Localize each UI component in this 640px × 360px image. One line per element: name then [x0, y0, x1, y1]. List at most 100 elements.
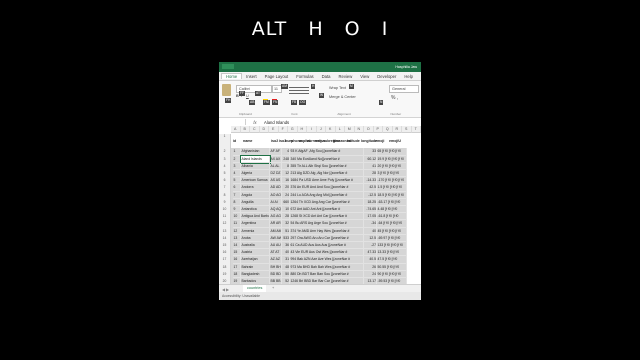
cell-num[interactable]: 31 [282, 256, 290, 264]
cell-latitude[interactable]: -14.33 [364, 177, 377, 185]
column-header[interactable]: R [392, 126, 402, 133]
header-cell[interactable]: emoji [375, 139, 384, 143]
cell-name[interactable]: Anguilla [241, 198, 270, 206]
cell-longitude[interactable]: -63.17 [f f0 [f f0 [377, 198, 407, 206]
tab-home[interactable]: Home [221, 73, 243, 79]
cell-name[interactable]: Albania [241, 162, 270, 170]
cell-num[interactable]: 16 [282, 177, 290, 185]
cell-id[interactable]: 3 [233, 162, 241, 170]
name-box[interactable] [219, 119, 246, 125]
row-header[interactable]: 5 [219, 170, 231, 178]
column-header[interactable]: P [373, 126, 383, 133]
cell-num[interactable]: 40 [282, 249, 290, 257]
cell-name[interactable]: Antarctica [241, 206, 270, 214]
column-header[interactable]: L [335, 126, 345, 133]
cell-longitude[interactable]: 1.5 [f f0 [f f0 [f f0 [377, 184, 407, 192]
cell-longitude[interactable]: -64 [f f0 [f f0 [f f0 [377, 220, 407, 228]
cell-num[interactable]: 51 [282, 227, 290, 235]
column-header[interactable]: B [240, 126, 250, 133]
cell-name[interactable]: Azerbaijan [241, 256, 270, 264]
column-header[interactable]: M [345, 126, 355, 133]
cell-longitude[interactable]: 19.9 [f f0 [f f0 [f f0 [377, 155, 407, 163]
cell-id[interactable]: 6 [233, 184, 241, 192]
row-header[interactable]: 1 [219, 134, 231, 149]
cell-num[interactable]: 20 [282, 184, 290, 192]
cell-longitude[interactable]: 47.5 [f f0 [f f0 [377, 256, 407, 264]
cell-longitude[interactable]: 20 [f f0 [f f0 [f f0 [377, 162, 407, 170]
cell-latitude[interactable]: 26 [364, 263, 377, 271]
row-header[interactable]: 15 [219, 242, 231, 250]
row-header[interactable]: 17 [219, 256, 231, 264]
cell-details[interactable]: 376 An EUR And And Sou [{zoneNar # [290, 184, 364, 192]
cell-details[interactable]: 994 Bak AZN Aze Aze Wes [{zoneNar # [290, 256, 364, 264]
user-name[interactable]: Hasphilia Jaw [395, 65, 417, 69]
cell-iso[interactable]: AQ AQ [270, 206, 282, 214]
cell-latitude[interactable]: 40.5 [364, 256, 377, 264]
cell-id[interactable]: 16 [233, 256, 241, 264]
cell-id[interactable]: 9 [233, 206, 241, 214]
header-cell[interactable]: id [233, 139, 236, 143]
cell-latitude[interactable]: -74.65 [364, 206, 377, 214]
alignment-icon[interactable] [289, 85, 309, 99]
row-header[interactable]: 18 [219, 263, 231, 271]
row-header[interactable]: 8 [219, 191, 231, 199]
cell-details[interactable]: 1684 Pa USD Ame Ame Poly [{zoneNar # [290, 177, 364, 185]
cell-iso[interactable]: DZ DZ [270, 170, 282, 178]
cell-iso[interactable]: AX AX [270, 155, 282, 163]
sheet-nav-arrows-icon[interactable]: ◀ ▶ [222, 287, 229, 292]
cell-name[interactable]: Australia [241, 242, 270, 250]
cell-iso[interactable]: AS AS [270, 177, 282, 185]
cell-iso[interactable]: AU AU [270, 242, 282, 250]
number-format-select[interactable]: General [389, 85, 419, 93]
wrap-text-button[interactable]: Wrap Text [329, 86, 346, 90]
row-header[interactable]: 4 [219, 162, 231, 170]
cell-num[interactable]: 36 [282, 242, 290, 250]
cell-details[interactable]: 213 Alg DZD Alg ,Alg Nor [{zoneNar # [290, 170, 364, 178]
column-header[interactable]: Q [383, 126, 393, 133]
column-header[interactable]: G [288, 126, 298, 133]
cell-num[interactable]: 4 [282, 148, 290, 156]
cell-iso[interactable]: AM AM [270, 227, 282, 235]
cell-num[interactable]: 28 [282, 213, 290, 221]
column-header[interactable]: F [278, 126, 288, 133]
cell-longitude[interactable]: 45 [f f0 [f f0 [f f0 [377, 227, 407, 235]
cell-details[interactable]: 43 Vie EUR Aus Ost Wes [{zoneNar # [290, 249, 364, 257]
column-header[interactable]: I [307, 126, 317, 133]
cell-latitude[interactable]: 18.25 [364, 198, 377, 206]
cell-num[interactable]: 660 [282, 198, 290, 206]
cell-latitude[interactable]: 28 [364, 170, 377, 178]
cell-longitude[interactable]: 133 [f f0 [f f0 [f f0 [377, 242, 407, 250]
cell-num[interactable]: 12 [282, 170, 290, 178]
column-header[interactable]: S [402, 126, 412, 133]
column-header[interactable]: D [259, 126, 269, 133]
tab-developer[interactable]: Developer [373, 74, 400, 79]
cell-latitude[interactable]: 40 [364, 227, 377, 235]
row-header[interactable]: 12 [219, 220, 231, 228]
cell-longitude[interactable]: -61.8 [f f0 [f f0 [377, 213, 407, 221]
tab-insert[interactable]: Insert [242, 74, 260, 79]
cell-name[interactable]: Angola [241, 191, 270, 199]
column-header[interactable]: K [326, 126, 336, 133]
column-header[interactable]: C [250, 126, 260, 133]
row-header[interactable]: 10 [219, 206, 231, 214]
cell-longitude[interactable]: 3 [f f0 [f f0 [f f0 [377, 170, 407, 178]
fx-icon[interactable]: fx [246, 120, 264, 125]
paste-icon[interactable] [222, 84, 231, 96]
cell-iso[interactable]: AZ AZ [270, 256, 282, 264]
cell-iso[interactable]: BH BH [270, 263, 282, 271]
cell-details[interactable]: 340 Ma EurAland No[{zoneNar # [290, 155, 364, 163]
cell-num[interactable]: 24 [282, 191, 290, 199]
row-header[interactable]: 14 [219, 234, 231, 242]
cell-latitude[interactable]: -27 [364, 242, 377, 250]
cell-longitude[interactable]: 90 [f f0 [f f0 [f f0 [377, 270, 407, 278]
cell-id[interactable]: 14 [233, 242, 241, 250]
percent-style-button[interactable]: % , [391, 95, 398, 101]
cell-latitude[interactable]: 17.05 [364, 213, 377, 221]
row-header[interactable]: 3 [219, 155, 231, 163]
column-header[interactable]: A [231, 126, 241, 133]
cell-longitude[interactable]: 4.48 [f f0 [f f0 [377, 206, 407, 214]
row-header[interactable]: 13 [219, 227, 231, 235]
cell-latitude[interactable]: 42.5 [364, 184, 377, 192]
cell-latitude[interactable]: 60.12 [364, 155, 377, 163]
column-header[interactable]: T [411, 126, 421, 133]
